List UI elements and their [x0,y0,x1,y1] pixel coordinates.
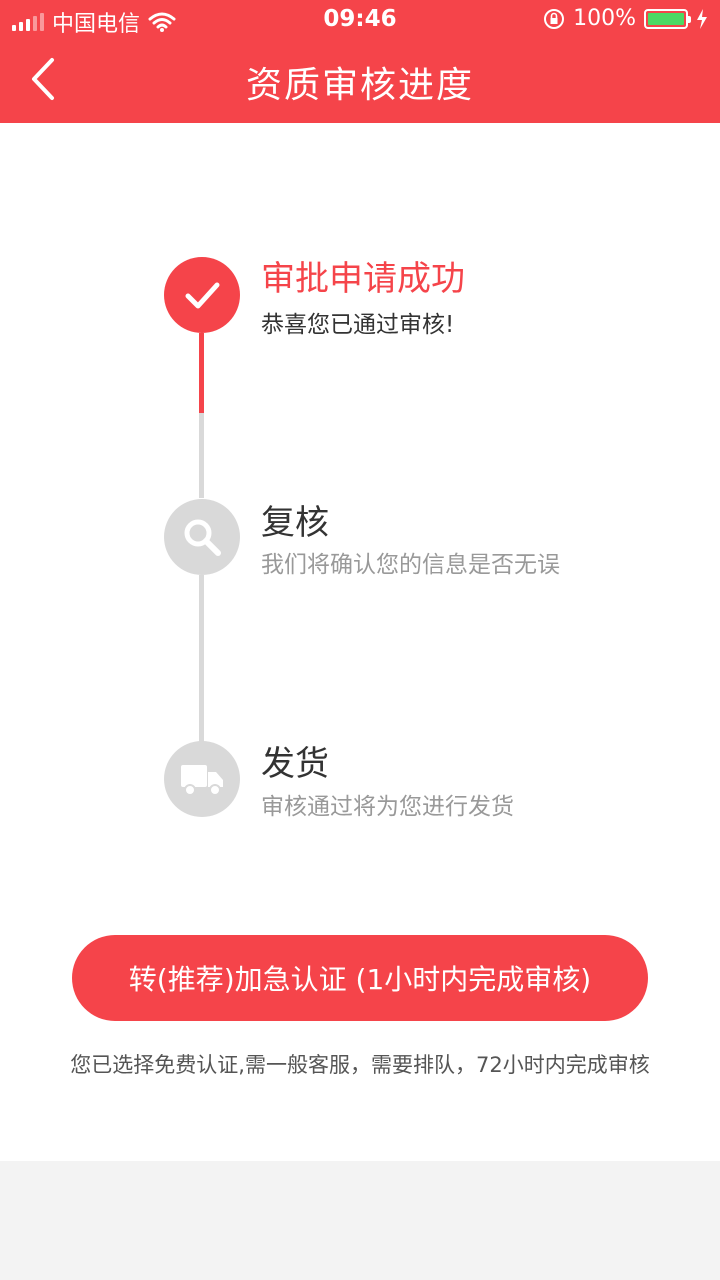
progress-line-pending [199,575,204,745]
step-desc: 我们将确认您的信息是否无误 [261,552,560,578]
battery-percent: 100% [573,6,636,31]
rotation-lock-icon [544,8,565,29]
battery-icon [644,8,691,29]
step-status-pending [164,741,240,817]
queue-note: 您已选择免费认证,需一般客服，需要排队，72小时内完成审核 [70,1053,650,1077]
nav-bar: 资质审核进度 [0,40,720,123]
step-title: 复核 [261,503,329,543]
step-status-pending [164,499,240,575]
progress-line-pending [199,413,204,498]
progress-line-done [199,333,204,413]
step-title: 发货 [261,744,329,784]
check-icon [185,282,220,309]
expedite-certification-button[interactable]: 转(推荐)加急认证 (1小时内完成审核) [72,935,648,1021]
page-title: 资质审核进度 [245,65,474,106]
status-bar: 中国电信 09:46 100% [0,0,720,40]
search-icon [184,519,221,556]
progress-panel: 审批申请成功 恭喜您已通过审核! 复核 我们将确认您的信息是否无误 发货 审核通… [0,123,720,1161]
step-desc: 恭喜您已通过审核! [261,312,455,338]
top-bar: 中国电信 09:46 100% 资质审核进度 [0,0,720,123]
step-title: 审批申请成功 [261,259,465,299]
truck-icon [181,765,223,796]
step-desc: 审核通过将为您进行发货 [261,794,514,820]
charging-icon [697,8,707,29]
step-status-done [164,257,240,333]
